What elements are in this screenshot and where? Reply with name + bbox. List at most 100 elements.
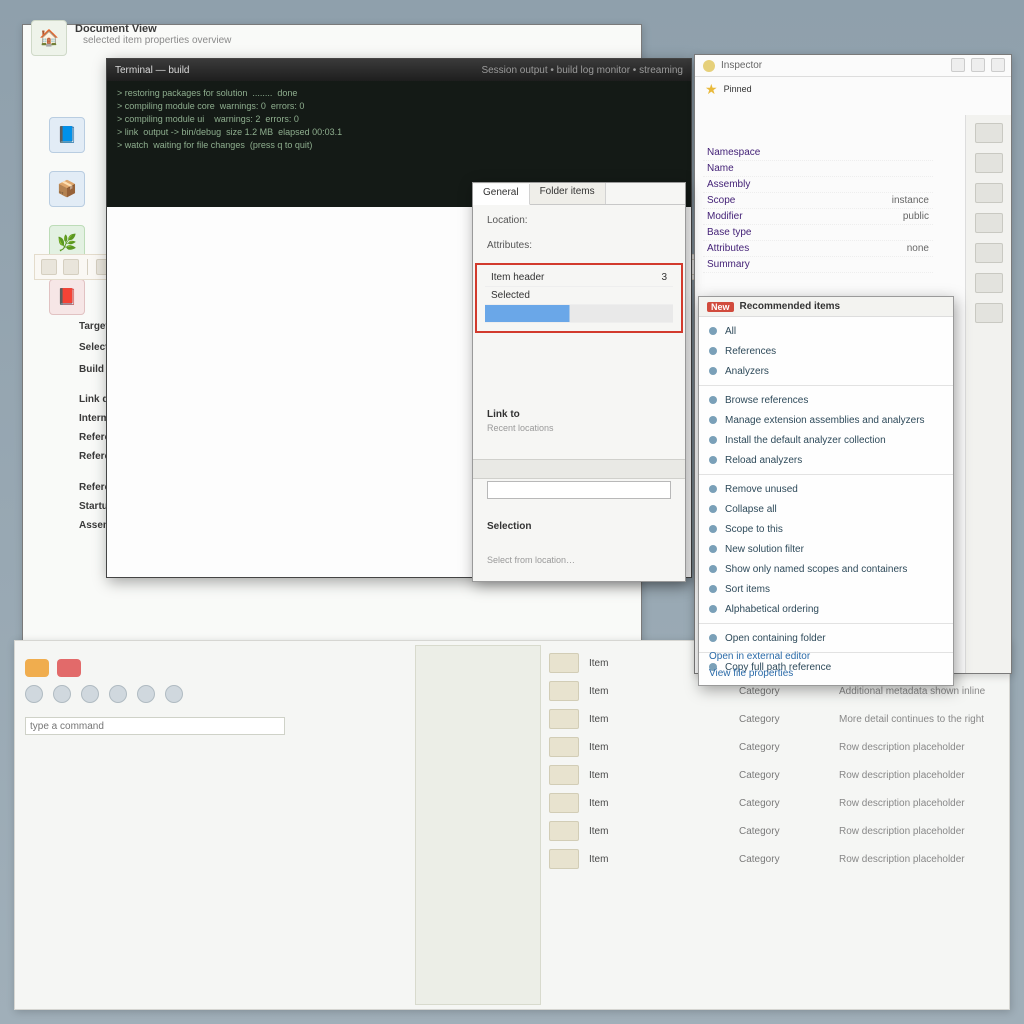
app-icon: 🏠 (31, 20, 67, 56)
inspector-addressbar[interactable]: Inspector (695, 55, 1011, 77)
toolbar-separator (87, 259, 88, 275)
dock-round-icon[interactable] (53, 685, 71, 703)
bottom-command-input[interactable] (25, 717, 285, 735)
dialog-greybar (473, 459, 685, 479)
popup-menu-item[interactable]: Show only named scopes and containers (699, 559, 953, 579)
popup-footer-1[interactable]: Open in external editor (709, 651, 810, 662)
dock-round-icon[interactable] (137, 685, 155, 703)
popup-menu-item[interactable]: Alphabetical ordering (699, 599, 953, 619)
dock-round-icon[interactable] (109, 685, 127, 703)
popup-menu-item[interactable]: Manage extension assemblies and analyzer… (699, 410, 953, 430)
star-icon[interactable]: ★ (705, 81, 718, 98)
card-resources-icon[interactable]: 📦 (49, 171, 85, 207)
popup-menu-item[interactable]: Analyzers (699, 361, 953, 381)
dialog-tab-items[interactable]: Folder items (530, 183, 606, 204)
rail-icon[interactable] (975, 123, 1003, 143)
dialog-list-row[interactable]: Item header 3 (485, 269, 673, 287)
prop-key: Namespace (707, 147, 760, 158)
bottom-list-row[interactable]: ItemCategoryRow description placeholder (549, 761, 1009, 789)
dock-round-icon[interactable] (81, 685, 99, 703)
dialog-section-linkto-sub: Recent locations (487, 423, 554, 433)
row-col2: Category (739, 854, 829, 865)
popup-menu-item[interactable]: Install the default analyzer collection (699, 430, 953, 450)
rail-icon[interactable] (975, 243, 1003, 263)
inspector-prop-row[interactable]: Scope instance (703, 193, 933, 209)
dialog-tab-general[interactable]: General (473, 184, 530, 205)
dialog-list-progress-row[interactable] (485, 305, 673, 323)
inspector-min-icon[interactable] (951, 58, 965, 72)
bullet-icon (709, 396, 717, 404)
row-col3: Row description placeholder (839, 854, 965, 865)
popup-menu-item[interactable]: Scope to this (699, 519, 953, 539)
card-recommend-icon[interactable]: 📕 (49, 279, 85, 315)
row-col1: Item (589, 826, 729, 837)
row-col1: Item (589, 770, 729, 781)
popup-menu-item[interactable]: New solution filter (699, 539, 953, 559)
popup-menu-item[interactable]: Collapse all (699, 499, 953, 519)
inspector-prop-row[interactable]: Attributesnone (703, 241, 933, 257)
bullet-icon (709, 347, 717, 355)
dialog-list-row-label: Item header (491, 272, 544, 283)
dialog-section-linkto: Link to (487, 409, 520, 420)
rail-icon[interactable] (975, 183, 1003, 203)
bottom-mid-panel (415, 645, 541, 1005)
popup-menu-item[interactable]: Remove unused (699, 479, 953, 499)
inspector-max-icon[interactable] (971, 58, 985, 72)
inspector-prop-row[interactable]: Modifierpublic (703, 209, 933, 225)
inspector-prop-row[interactable]: Assembly (703, 177, 933, 193)
card-overview-icon[interactable]: 📘 (49, 117, 85, 153)
bottom-list-row[interactable]: ItemCategoryRow description placeholder (549, 817, 1009, 845)
dialog-path-input[interactable] (487, 481, 671, 499)
popup-menu-item[interactable]: Sort items (699, 579, 953, 599)
terminal-titlebar[interactable]: Terminal — build Session output • build … (107, 59, 691, 81)
popup-menu-item[interactable]: Browse references (699, 390, 953, 410)
dialog-section-selection-sub[interactable]: Select from location… (487, 555, 575, 565)
row-thumb-icon (549, 821, 579, 841)
popup-menu-list: AllReferencesAnalyzers Browse referencesM… (699, 317, 953, 681)
terminal-title-right: Session output • build log monitor • str… (481, 65, 683, 76)
bullet-icon (709, 327, 717, 335)
row-col3: Row description placeholder (839, 798, 965, 809)
inspector-prop-row[interactable]: Summary (703, 257, 933, 273)
inspector-prop-row[interactable]: Namespace (703, 145, 933, 161)
terminal-title-left: Terminal — build (115, 65, 189, 76)
dock-round-icon[interactable] (165, 685, 183, 703)
row-thumb-icon (549, 709, 579, 729)
prop-key: Scope (707, 195, 735, 206)
bottom-list-row[interactable]: ItemCategoryRow description placeholder (549, 789, 1009, 817)
context-popup: New Recommended items AllReferencesAnaly… (698, 296, 954, 686)
bottom-list-row[interactable]: ItemCategoryRow description placeholder (549, 845, 1009, 873)
row-thumb-icon (549, 849, 579, 869)
bottom-list-row[interactable]: ItemCategoryRow description placeholder (549, 733, 1009, 761)
bottom-list-row[interactable]: ItemCategoryMore detail continues to the… (549, 705, 1009, 733)
rail-icon[interactable] (975, 153, 1003, 173)
inspector-badge-icon (703, 60, 715, 72)
bullet-icon (709, 456, 717, 464)
dialog-field-attributes: Attributes: (487, 240, 671, 251)
popup-menu-item[interactable]: References (699, 341, 953, 361)
toolbar-icon[interactable] (63, 259, 79, 275)
stop-chip-icon[interactable] (57, 659, 81, 677)
row-col3: Row description placeholder (839, 826, 965, 837)
bullet-icon (709, 585, 717, 593)
bullet-icon (709, 545, 717, 553)
inspector-close-icon[interactable] (991, 58, 1005, 72)
rail-icon[interactable] (975, 303, 1003, 323)
run-chip-icon[interactable] (25, 659, 49, 677)
dialog-list-row[interactable]: Selected (485, 287, 673, 305)
dock-round-icon[interactable] (25, 685, 43, 703)
popup-menu-item[interactable]: Reload analyzers (699, 450, 953, 470)
popup-separator (699, 623, 953, 624)
prop-val: instance (892, 195, 929, 206)
rail-icon[interactable] (975, 273, 1003, 293)
toolbar-icon[interactable] (41, 259, 57, 275)
rail-icon[interactable] (975, 213, 1003, 233)
row-col1: Item (589, 798, 729, 809)
inspector-prop-row[interactable]: Name (703, 161, 933, 177)
row-col2: Category (739, 770, 829, 781)
popup-menu-item[interactable]: All (699, 321, 953, 341)
inspector-prop-row[interactable]: Base type (703, 225, 933, 241)
popup-footer-2[interactable]: View file properties (709, 668, 793, 679)
row-col1: Item (589, 742, 729, 753)
bottom-output-pane: ItemCategoryShort description text for t… (14, 640, 1010, 1010)
